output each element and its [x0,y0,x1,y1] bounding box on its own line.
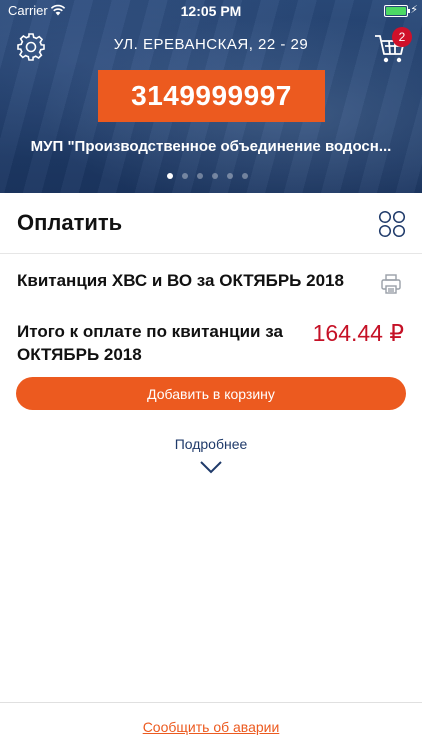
pay-title: Оплатить [17,210,123,235]
carousel-dot[interactable] [227,173,233,179]
address-label: УЛ. ЕРЕВАНСКАЯ, 22 - 29 [113,36,309,53]
status-bar: Carrier 12:05 PM ⚡ [0,0,422,22]
account-number: 3149999997 [98,70,325,122]
total-amount: 164.44 ₽ [312,320,404,346]
organization-name: МУП "Производственное объединение водосн… [30,138,392,155]
report-accident-link[interactable]: Сообщить об аварии [0,719,422,735]
more-details-link[interactable]: Подробнее [0,436,422,452]
status-time: 12:05 PM [180,3,242,19]
total-label: Итого к оплате по квитанции за ОКТЯБРЬ 2… [17,322,283,364]
carousel-dot[interactable] [242,173,248,179]
cart-count-badge: 2 [392,27,412,47]
add-to-cart-button[interactable]: Добавить в корзину [16,377,406,410]
battery-icon [384,5,410,17]
footer: Сообщить об аварии [0,702,422,751]
carousel-dot[interactable] [197,173,203,179]
carousel-page-indicator[interactable] [167,173,248,179]
chevron-down-icon[interactable] [199,459,223,475]
pay-section-header: Оплатить [0,193,422,254]
carousel-dot[interactable] [167,173,173,179]
carousel-dot[interactable] [212,173,218,179]
receipt-title: Квитанция ХВС и ВО за ОКТЯБРЬ 2018 [17,271,344,290]
printer-icon[interactable] [380,273,402,295]
grid-icon[interactable] [378,210,406,238]
charging-icon: ⚡ [410,4,418,16]
carousel-dot[interactable] [182,173,188,179]
